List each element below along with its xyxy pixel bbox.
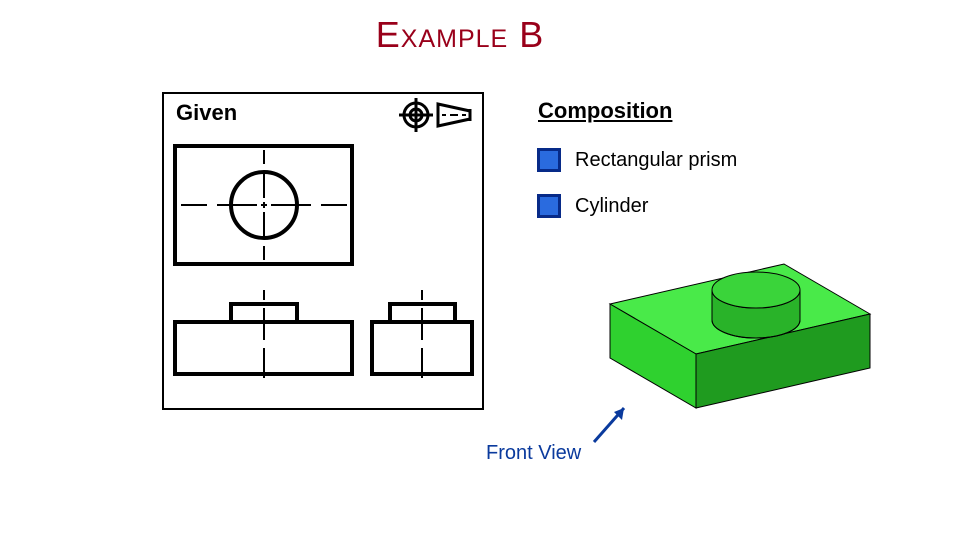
- square-bullet-icon: [537, 194, 561, 218]
- composition-label: Composition: [538, 98, 672, 124]
- front-view-label: Front View: [486, 442, 581, 465]
- page-title: Example B: [0, 0, 960, 56]
- legend-cyl-label: Cylinder: [575, 195, 648, 218]
- legend-rect: Rectangular prism: [537, 148, 737, 172]
- ortho-top-view: [173, 144, 356, 268]
- given-label: Given: [176, 100, 237, 126]
- ortho-side-view: [370, 290, 475, 378]
- legend-rect-label: Rectangular prism: [575, 149, 737, 172]
- ortho-front-view: [173, 290, 356, 378]
- square-bullet-icon: [537, 148, 561, 172]
- front-view-arrow-icon: [588, 398, 638, 448]
- legend-cyl: Cylinder: [537, 194, 648, 218]
